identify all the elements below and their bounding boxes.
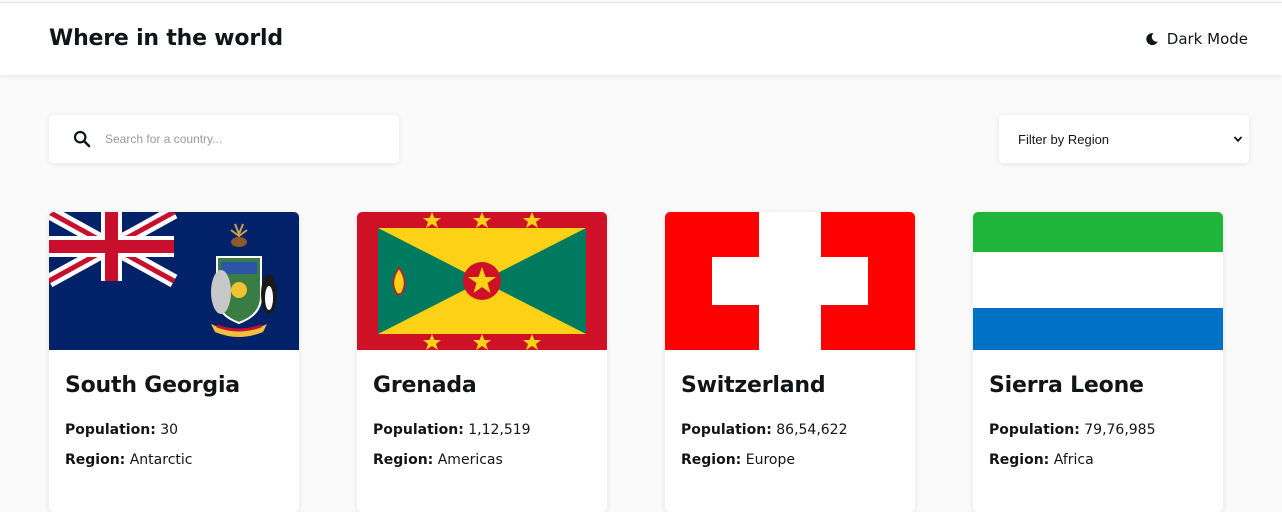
population-line: Population: 79,76,985 (989, 422, 1156, 438)
population-line: Population: 1,12,519 (373, 422, 531, 438)
population-value: 30 (160, 422, 179, 438)
population-value: 79,76,985 (1084, 422, 1156, 438)
region-value: Americas (437, 452, 503, 468)
country-name: Switzerland (681, 373, 826, 398)
population-label: Population: (681, 422, 772, 438)
switzerland-flag-icon (665, 212, 915, 350)
region-label: Region: (989, 452, 1050, 468)
region-filter-label: Filter by Region (1018, 132, 1110, 147)
region-label: Region: (681, 452, 742, 468)
country-card[interactable]: Grenada Population: 1,12,519 Region: Ame… (357, 212, 607, 512)
region-label: Region: (65, 452, 126, 468)
dark-mode-label: Dark Mode (1166, 30, 1248, 48)
sierra-leone-flag-icon (973, 212, 1223, 350)
region-value: Africa (1053, 452, 1094, 468)
grenada-flag-icon (357, 212, 607, 350)
moon-icon (1146, 33, 1158, 46)
region-filter-select[interactable]: Filter by Region (999, 115, 1249, 163)
country-name: Grenada (373, 373, 477, 398)
country-card[interactable]: Sierra Leone Population: 79,76,985 Regio… (973, 212, 1223, 512)
region-value: Europe (745, 452, 795, 468)
region-label: Region: (373, 452, 434, 468)
region-line: Region: Europe (681, 452, 795, 468)
population-label: Population: (65, 422, 156, 438)
search-icon (73, 130, 91, 148)
country-card[interactable]: Switzerland Population: 86,54,622 Region… (665, 212, 915, 512)
population-line: Population: 30 (65, 422, 178, 438)
chevron-down-icon (1233, 136, 1243, 143)
region-line: Region: Americas (373, 452, 503, 468)
population-label: Population: (989, 422, 1080, 438)
population-label: Population: (373, 422, 464, 438)
country-name: Sierra Leone (989, 373, 1144, 398)
population-line: Population: 86,54,622 (681, 422, 848, 438)
country-card[interactable]: South Georgia Population: 30 Region: Ant… (49, 212, 299, 512)
top-header: Where in the world Dark Mode (0, 2, 1282, 75)
region-value: Antarctic (129, 452, 193, 468)
region-line: Region: Africa (989, 452, 1094, 468)
region-line: Region: Antarctic (65, 452, 192, 468)
country-name: South Georgia (65, 373, 240, 398)
search-box[interactable] (49, 115, 399, 163)
app-title: Where in the world (49, 26, 283, 51)
population-value: 1,12,519 (468, 422, 531, 438)
dark-mode-toggle[interactable]: Dark Mode (1145, 30, 1248, 48)
population-value: 86,54,622 (776, 422, 848, 438)
south-georgia-flag-icon (49, 212, 299, 350)
search-input[interactable] (105, 127, 385, 151)
